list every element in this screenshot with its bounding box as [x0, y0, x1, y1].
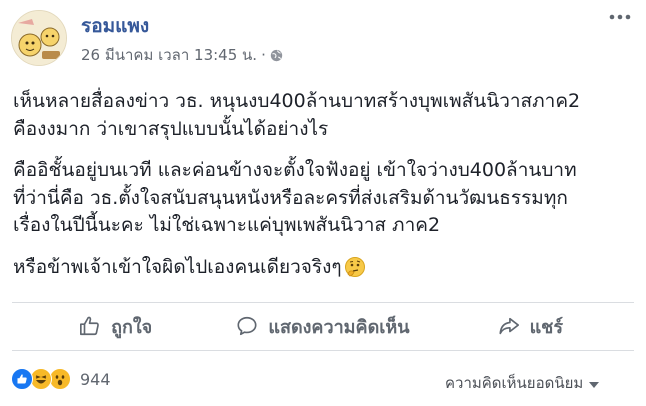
divider-bottom [12, 350, 634, 351]
post-paragraph: หรือข้าพเจ้าเข้าใจผิดไปเองคนเดียวจริงๆ [13, 254, 637, 282]
post-paragraph: คืออิชั้นอยู่บนเวที และค่อนข้างจะตั้งใจฟ… [13, 157, 637, 240]
comment-button[interactable]: แสดงความคิดเห็น [219, 303, 426, 349]
author-avatar[interactable] [11, 10, 67, 66]
like-label: ถูกใจ [111, 316, 153, 338]
share-button[interactable]: แชร์ [427, 303, 634, 349]
avatar-illustration-icon [12, 11, 66, 65]
post-timestamp[interactable]: 26 มีนาคม เวลา 13:45 น. [81, 45, 257, 65]
share-arrow-icon [499, 317, 519, 335]
post-paragraph: เห็นหลายสื่อลงข่าว วธ. หนุนงบ400ล้านบาทส… [13, 88, 637, 143]
haha-icon [30, 368, 52, 390]
post-line: คืองงมาก ว่าเขาสรุปแบบนั้นได้อย่างไร [13, 117, 329, 140]
reaction-count[interactable]: 944 [80, 370, 111, 389]
thinking-face-icon [344, 256, 366, 278]
post-meta: 26 มีนาคม เวลา 13:45 น. · [81, 45, 283, 65]
post-line: ที่ว่านี่คือ วธ.ตั้งใจสนับสนุนหนังหรือละ… [13, 186, 568, 209]
post-actions: ถูกใจ แสดงความคิดเห็น แชร์ [12, 303, 634, 349]
globe-icon[interactable] [270, 49, 283, 62]
post-body: เห็นหลายสื่อลงข่าว วธ. หนุนงบ400ล้านบาทส… [13, 88, 637, 295]
like-icon [11, 368, 33, 390]
author-name[interactable]: รอมแพง [81, 14, 149, 38]
post-line: เรื่องในปีนี้นะคะ ไม่ใช่เฉพาะแค่บุพเพสัน… [13, 214, 441, 236]
comment-label: แสดงความคิดเห็น [268, 316, 410, 338]
comment-sort-dropdown[interactable]: ความคิดเห็นยอดนิยม [445, 371, 600, 395]
caret-down-icon [589, 374, 600, 392]
post-card: รอมแพง 26 มีนาคม เวลา 13:45 น. · เห็นหลา… [0, 0, 646, 406]
comment-bubble-icon [237, 316, 257, 336]
post-line: คืออิชั้นอยู่บนเวที และค่อนข้างจะตั้งใจฟ… [13, 159, 577, 181]
comment-sort-label: ความคิดเห็นยอดนิยม [445, 374, 584, 392]
meta-separator: · [261, 46, 266, 64]
thumbs-up-icon [80, 316, 99, 336]
like-button[interactable]: ถูกใจ [12, 303, 219, 349]
wow-icon [49, 368, 71, 390]
more-options-button[interactable] [609, 14, 633, 28]
post-line: หรือข้าพเจ้าเข้าใจผิดไปเองคนเดียวจริงๆ [13, 255, 342, 278]
share-label: แชร์ [529, 316, 564, 338]
post-line: เห็นหลายสื่อลงข่าว วธ. หนุนงบ400ล้านบาทส… [13, 90, 581, 112]
ellipsis-icon [609, 14, 631, 20]
reactions-summary[interactable]: 944 [11, 368, 111, 390]
